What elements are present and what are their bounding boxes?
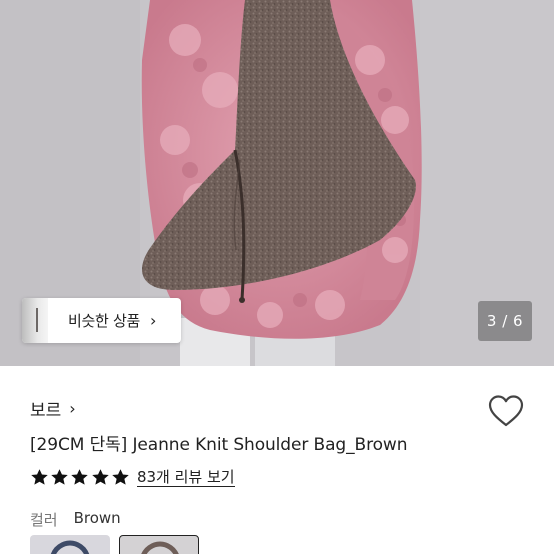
product-image[interactable]: 비슷한 상품 › 3 / 6 (0, 0, 554, 366)
rating-row: 83개 리뷰 보기 (30, 468, 235, 487)
chevron-right-icon: › (69, 399, 76, 418)
heart-outline-icon[interactable] (487, 394, 525, 428)
image-pager-badge: 3 / 6 (478, 301, 532, 341)
brand-link[interactable]: 보르 › (30, 396, 76, 421)
similar-products-label: 비슷한 상품 (68, 312, 140, 330)
swatch-bag-image (141, 541, 179, 554)
color-option-label: 컬러 (30, 511, 58, 529)
similar-products-thumbnail (22, 298, 48, 343)
star-icon (51, 469, 68, 485)
star-icon (71, 469, 89, 485)
similar-products-button[interactable]: 비슷한 상품 › (22, 298, 181, 343)
star-icon (112, 469, 129, 485)
color-swatch-1[interactable] (30, 535, 110, 554)
star-icon (31, 469, 48, 485)
brand-name: 보르 (30, 401, 62, 421)
swatch-bag-image (50, 540, 90, 554)
color-swatch-2-selected[interactable] (119, 535, 199, 554)
color-option-row: 컬러 Brown (30, 509, 121, 530)
color-option-value: Brown (73, 509, 121, 527)
star-icon (91, 469, 109, 485)
review-link[interactable]: 83개 리뷰 보기 (136, 468, 235, 487)
product-title: [29CM 단독] Jeanne Knit Shoulder Bag_Brown (30, 435, 408, 455)
chevron-right-icon: › (149, 311, 157, 330)
